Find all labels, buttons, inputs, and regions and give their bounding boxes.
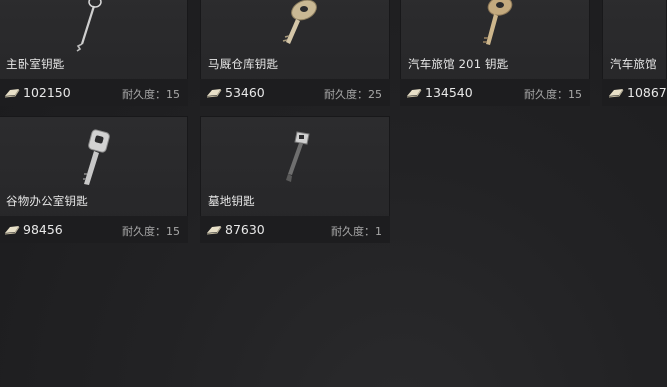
key-durability: 耐久度：1	[331, 223, 382, 239]
key-name: 主卧室钥匙	[6, 57, 65, 71]
durability-label: 耐久度：	[122, 88, 166, 101]
key-card-footer: 134540 耐久度：15	[400, 79, 590, 106]
key-name: 汽车旅馆 201 钥匙	[408, 57, 509, 71]
cash-icon	[4, 226, 20, 235]
key-price: 98456	[23, 222, 63, 237]
key-price: 87630	[225, 222, 265, 237]
durability-label: 耐久度：	[324, 88, 368, 101]
key-name: 马厩仓库钥匙	[208, 57, 279, 71]
key-durability: 耐久度：15	[122, 86, 180, 102]
durability-value: 1	[375, 225, 382, 238]
key-card[interactable]: 主卧室钥匙 102150 耐久度：15	[0, 0, 188, 106]
key-durability: 耐久度：15	[122, 223, 180, 239]
key-card-footer: 53460 耐久度：25	[200, 79, 390, 106]
durability-label: 耐久度：	[331, 225, 375, 238]
durability-label: 耐久度：	[524, 88, 568, 101]
durability-label: 耐久度：	[122, 225, 166, 238]
cash-icon	[206, 226, 222, 235]
key-card-footer: 98456 耐久度：15	[0, 216, 188, 243]
durability-value: 15	[166, 225, 180, 238]
key-card-footer: 87630 耐久度：1	[200, 216, 390, 243]
durability-value: 15	[568, 88, 582, 101]
key-name: 谷物办公室钥匙	[6, 194, 88, 208]
key-name: 墓地钥匙	[208, 194, 255, 208]
durability-value: 15	[166, 88, 180, 101]
key-durability: 耐久度：25	[324, 86, 382, 102]
key-item-grid: 主卧室钥匙 102150 耐久度：15 马厩仓库钥匙 53460 耐久度：25 …	[0, 0, 667, 387]
cash-icon	[406, 89, 422, 98]
key-card[interactable]: 汽车旅馆 10867	[602, 0, 667, 106]
durability-value: 25	[368, 88, 382, 101]
key-price: 102150	[23, 85, 71, 100]
key-card[interactable]: 谷物办公室钥匙 98456 耐久度：15	[0, 116, 188, 243]
cash-icon	[608, 89, 624, 98]
cash-icon	[206, 89, 222, 98]
key-card[interactable]: 汽车旅馆 201 钥匙 134540 耐久度：15	[400, 0, 590, 106]
key-name: 汽车旅馆	[610, 57, 657, 71]
key-card[interactable]: 墓地钥匙 87630 耐久度：1	[200, 116, 390, 243]
key-durability: 耐久度：15	[524, 86, 582, 102]
key-card[interactable]: 马厩仓库钥匙 53460 耐久度：25	[200, 0, 390, 106]
key-price: 10867	[627, 85, 667, 100]
key-price: 53460	[225, 85, 265, 100]
key-card-footer: 10867	[602, 79, 667, 106]
cash-icon	[4, 89, 20, 98]
key-card-footer: 102150 耐久度：15	[0, 79, 188, 106]
key-price: 134540	[425, 85, 473, 100]
